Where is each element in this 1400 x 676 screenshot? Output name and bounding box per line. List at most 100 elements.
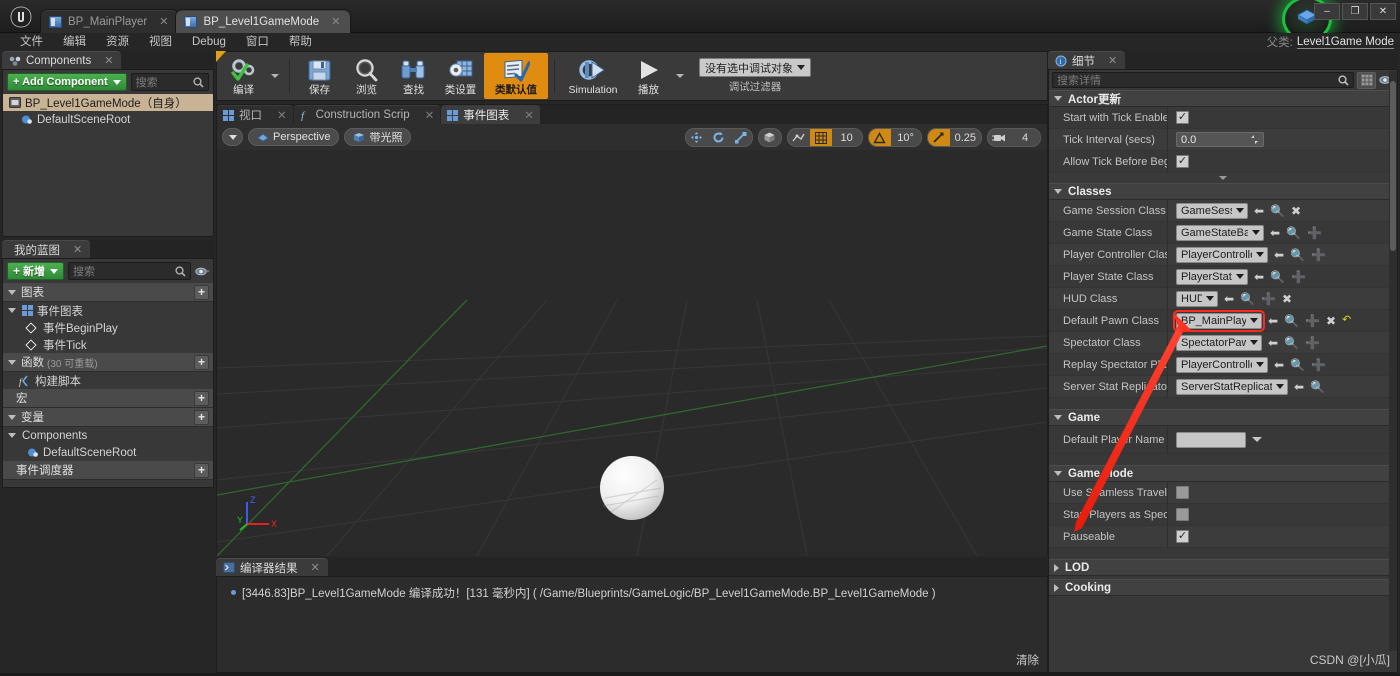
window-tab-bp-mainplayer[interactable]: BP_MainPlayer ✕	[40, 9, 180, 33]
section-header-macros[interactable]: 宏 +	[3, 389, 213, 408]
tab-details[interactable]: i 细节 ✕	[1048, 51, 1126, 69]
rotation-snap-value[interactable]: 10°	[890, 129, 921, 146]
window-tab-bp-level1gamemode[interactable]: BP_Level1GameMode ✕	[175, 9, 352, 33]
add-function-button[interactable]: +	[194, 354, 209, 370]
play-button[interactable]: 播放	[625, 53, 672, 99]
section-header-variables[interactable]: 变量 +	[3, 408, 213, 427]
parent-class-link[interactable]: Level1Game Mode	[1296, 36, 1394, 49]
new-asset-icon[interactable]: ➕	[1305, 337, 1320, 349]
compiler-message-row[interactable]: [3446.83]BP_Level1GameMode 编译成功！[131 毫秒内…	[217, 577, 1047, 601]
class-select-game-session[interactable]: GameSession	[1176, 202, 1248, 219]
details-section-cooking[interactable]: Cooking	[1049, 579, 1397, 596]
class-select-spectator[interactable]: SpectatorPawn	[1176, 334, 1262, 351]
close-icon[interactable]: ✕	[277, 108, 287, 122]
compile-button[interactable]: 编译	[220, 53, 267, 99]
rotation-snap-toggle[interactable]	[868, 129, 891, 146]
text-input-default-player-name[interactable]	[1176, 431, 1246, 448]
add-new-button[interactable]: + 新增	[7, 262, 65, 280]
new-asset-icon[interactable]: ➕	[1307, 227, 1322, 239]
menu-item-help[interactable]: 帮助	[279, 33, 322, 51]
tab-my-blueprint[interactable]: 我的蓝图 ✕	[2, 240, 91, 258]
my-blueprint-search-input[interactable]: 搜索	[68, 262, 191, 280]
save-button[interactable]: 保存	[296, 53, 343, 99]
grid-snap-toggle[interactable]	[809, 129, 832, 146]
search-icon[interactable]: 🔍	[1270, 271, 1285, 283]
maximize-button[interactable]: ❐	[1342, 3, 1368, 20]
menu-item-assets[interactable]: 资源	[96, 33, 139, 51]
expand-advanced-button[interactable]	[1049, 173, 1397, 183]
camera-speed-icon[interactable]	[988, 129, 1010, 146]
eye-icon[interactable]	[195, 266, 209, 277]
close-icon[interactable]: ✕	[524, 108, 534, 122]
rotate-mode-button[interactable]	[708, 129, 730, 146]
browse-button[interactable]: 浏览	[343, 53, 390, 99]
view-mode-perspective-button[interactable]: Perspective	[248, 128, 340, 146]
minimize-button[interactable]: –	[1314, 3, 1340, 20]
clear-icon[interactable]: ✖	[1326, 315, 1336, 327]
checkbox-start-with-tick-enabled[interactable]: ✓	[1176, 111, 1189, 124]
section-header-graphs[interactable]: 图表 +	[3, 283, 213, 302]
tab-construction-script[interactable]: f Construction Scrip ✕	[293, 105, 441, 124]
menu-item-window[interactable]: 窗口	[236, 33, 279, 51]
checkbox-allow-tick-before-begin-play[interactable]: ✓	[1176, 155, 1189, 168]
search-icon[interactable]: 🔍	[1290, 249, 1305, 261]
graph-row-beginplay[interactable]: 事件BeginPlay	[3, 319, 213, 336]
component-row-root[interactable]: BP_Level1GameMode（自身）	[3, 94, 213, 111]
class-select-default-pawn[interactable]: BP_MainPlayer	[1173, 309, 1265, 332]
reset-to-default-icon[interactable]: ↶	[1342, 315, 1351, 326]
add-component-button[interactable]: + Add Component	[7, 73, 127, 91]
clear-icon[interactable]: ✖	[1291, 205, 1301, 217]
checkbox-start-players-as-spectators[interactable]	[1176, 508, 1189, 521]
close-icon[interactable]: ✕	[331, 15, 340, 28]
checkbox-pauseable[interactable]: ✓	[1176, 530, 1189, 543]
simulation-button[interactable]: Simulation	[561, 53, 625, 99]
add-graph-button[interactable]: +	[194, 284, 209, 300]
close-icon[interactable]: ✕	[104, 54, 113, 67]
variable-category-components[interactable]: Components	[3, 427, 213, 444]
close-icon[interactable]: ✕	[425, 108, 435, 122]
search-icon[interactable]: 🔍	[1284, 337, 1299, 349]
close-icon[interactable]: ✕	[311, 561, 320, 574]
chevron-down-icon[interactable]	[1252, 437, 1262, 442]
search-icon[interactable]: 🔍	[1290, 359, 1305, 371]
world-space-button[interactable]	[759, 129, 781, 146]
search-icon[interactable]: 🔍	[1240, 293, 1255, 305]
play-dropdown-icon[interactable]	[676, 74, 684, 78]
close-icon[interactable]: ✕	[73, 243, 82, 256]
grid-snap-value[interactable]: 10	[831, 129, 862, 146]
new-asset-icon[interactable]: ➕	[1305, 315, 1320, 327]
clear-button[interactable]: 清除	[1016, 652, 1039, 668]
new-asset-icon[interactable]: ➕	[1291, 271, 1306, 283]
class-select-replay-spectator[interactable]: PlayerController	[1176, 356, 1268, 373]
class-select-server-stat-replicator[interactable]: ServerStatReplicator	[1176, 378, 1288, 395]
graph-row-event-graph[interactable]: 事件图表	[3, 302, 213, 319]
add-macro-button[interactable]: +	[194, 390, 209, 406]
search-icon[interactable]: 🔍	[1270, 205, 1285, 217]
class-select-player-state[interactable]: PlayerState	[1176, 268, 1248, 285]
tab-event-graph[interactable]: 事件图表 ✕	[441, 105, 540, 124]
tab-components[interactable]: Components ✕	[2, 51, 122, 69]
class-select-player-controller[interactable]: PlayerController	[1176, 246, 1268, 263]
menu-item-debug[interactable]: Debug	[182, 33, 236, 51]
find-button[interactable]: 查找	[390, 53, 437, 99]
components-search-input[interactable]: 搜索	[130, 73, 209, 91]
close-icon[interactable]: ✕	[1108, 54, 1117, 67]
browse-back-icon[interactable]: ⬅	[1254, 205, 1264, 217]
new-asset-icon[interactable]: ➕	[1311, 249, 1326, 261]
browse-back-icon[interactable]: ⬅	[1274, 249, 1284, 261]
details-section-game[interactable]: Game	[1049, 409, 1397, 426]
new-asset-icon[interactable]: ➕	[1311, 359, 1326, 371]
view-mode-lit-button[interactable]: 带光照	[344, 128, 412, 146]
menu-item-view[interactable]: 视图	[139, 33, 182, 51]
tab-compiler-results[interactable]: 编译器结果 ✕	[216, 558, 328, 576]
search-icon[interactable]: 🔍	[1310, 381, 1325, 393]
details-section-actor-tick[interactable]: Actor更新	[1049, 90, 1397, 107]
search-icon[interactable]: 🔍	[1286, 227, 1301, 239]
class-select-game-state[interactable]: GameStateBase	[1176, 224, 1264, 241]
viewport-3d[interactable]: Z X Y	[217, 150, 1047, 556]
new-asset-icon[interactable]: ➕	[1261, 293, 1276, 305]
browse-back-icon[interactable]: ⬅	[1254, 271, 1264, 283]
section-header-event-dispatchers[interactable]: 事件调度器 +	[3, 461, 213, 480]
tab-viewport[interactable]: 视口 ✕	[217, 105, 293, 124]
viewport-options-button[interactable]	[222, 128, 243, 146]
